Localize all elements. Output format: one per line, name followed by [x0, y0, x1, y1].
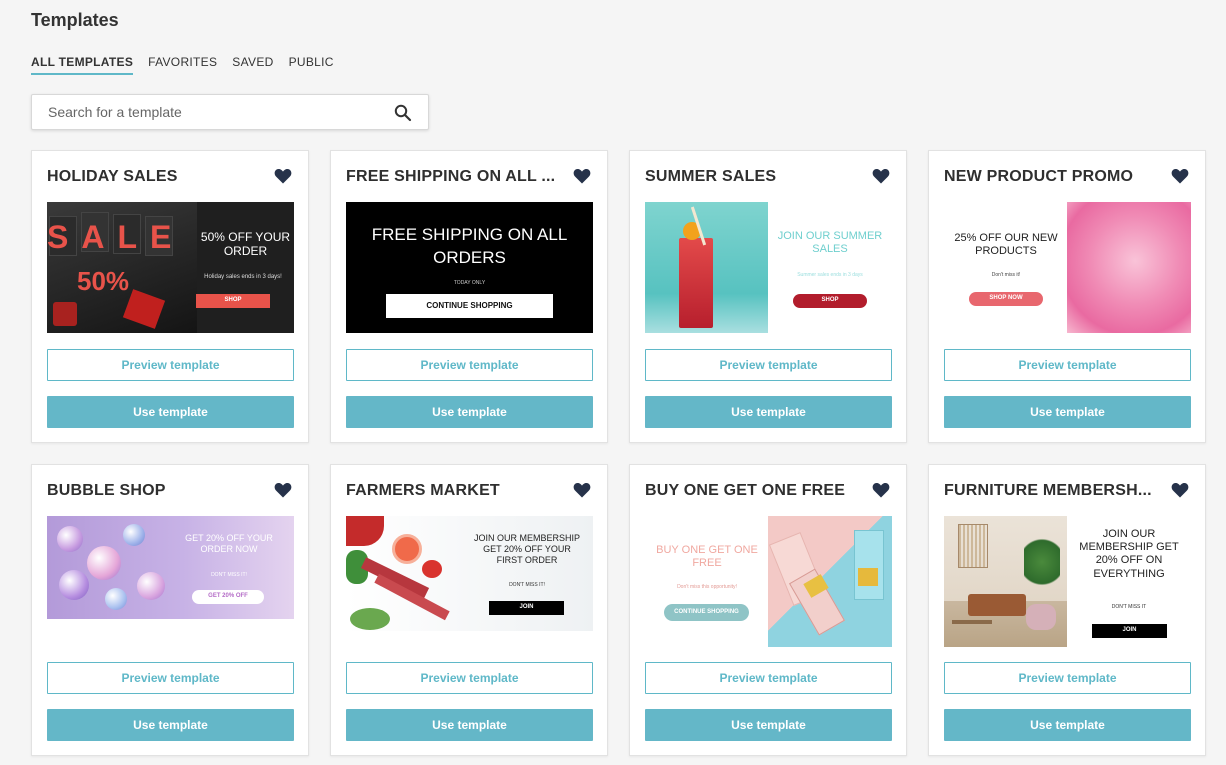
template-title: NEW PRODUCT PROMO: [944, 168, 1134, 185]
use-template-button[interactable]: Use template: [346, 396, 593, 428]
thumbnail-cta: SHOP: [196, 294, 270, 308]
thumbnail-cta: CONTINUE SHOPPING: [664, 604, 749, 621]
template-card: FURNITURE MEMBERSH... JOIN OUR MEMBERSHI…: [928, 464, 1206, 756]
preview-template-button[interactable]: Preview template: [47, 349, 294, 381]
thumbnail-subtext: DON'T MISS IT!: [509, 582, 545, 588]
template-thumbnail[interactable]: GET 20% OFF YOUR ORDER NOW DON'T MISS IT…: [47, 516, 294, 619]
tab-all-templates[interactable]: ALL TEMPLATES: [31, 55, 134, 75]
living-room-image: [944, 516, 1067, 647]
tab-favorites[interactable]: FAVORITES: [148, 55, 217, 75]
preview-template-button[interactable]: Preview template: [346, 662, 593, 694]
use-template-button[interactable]: Use template: [645, 709, 892, 741]
template-card: FARMERS MARKET JOIN OUR MEMBERSHIP GET 2…: [330, 464, 608, 756]
thumbnail-heading: BUY ONE GET ONE FREE: [656, 544, 758, 570]
template-card: NEW PRODUCT PROMO 25% OFF OUR NEW PRODUC…: [928, 150, 1206, 443]
thumbnail-cta: SHOP NOW: [969, 292, 1043, 306]
thumbnail-heading: 25% OFF OUR NEW PRODUCTS: [954, 232, 1058, 258]
template-title: BUY ONE GET ONE FREE: [645, 482, 846, 499]
thumbnail-subtext: Don't miss this opportunity!: [677, 584, 737, 590]
thumbnail-subtext: Summer sales ends in 3 days: [797, 272, 863, 278]
heart-icon[interactable]: [872, 168, 890, 184]
thumbnail-heading: JOIN OUR SUMMER SALES: [777, 230, 883, 256]
template-title: SUMMER SALES: [645, 168, 777, 185]
tab-saved[interactable]: SAVED: [232, 55, 273, 75]
heart-icon[interactable]: [274, 482, 292, 498]
use-template-button[interactable]: Use template: [944, 396, 1191, 428]
thumbnail-cta: SHOP: [793, 294, 867, 308]
thumbnail-heading: JOIN OUR MEMBERSHIP GET 20% OFF YOUR FIR…: [473, 533, 580, 565]
preview-template-button[interactable]: Preview template: [47, 662, 294, 694]
boxes-image: [768, 516, 892, 647]
template-thumbnail[interactable]: JOIN OUR MEMBERSHIP GET 20% OFF YOUR FIR…: [346, 516, 593, 631]
template-thumbnail[interactable]: JOIN OUR SUMMER SALES Summer sales ends …: [645, 202, 892, 333]
thumbnail-subtext: Holiday sales ends in 3 days!: [204, 274, 282, 280]
template-title: FREE SHIPPING ON ALL ...: [346, 168, 556, 185]
page-title: Templates: [31, 10, 119, 30]
use-template-button[interactable]: Use template: [944, 709, 1191, 741]
thumbnail-subtext: Don't miss it!: [991, 272, 1021, 278]
template-card: BUY ONE GET ONE FREE BUY ONE GET ONE FRE…: [629, 464, 907, 756]
use-template-button[interactable]: Use template: [346, 709, 593, 741]
thumbnail-cta: JOIN: [489, 601, 564, 615]
template-title: FARMERS MARKET: [346, 482, 500, 499]
sale-art-text: SALE: [47, 219, 185, 255]
search-icon[interactable]: [394, 104, 412, 122]
template-thumbnail[interactable]: FREE SHIPPING ON ALL ORDERS TODAY ONLY C…: [346, 202, 593, 333]
heart-icon[interactable]: [872, 482, 890, 498]
template-thumbnail[interactable]: SALE 50% 50% OFF YOUR ORDER Holiday sale…: [47, 202, 294, 333]
templates-page: Templates ALL TEMPLATES FAVORITES SAVED …: [0, 0, 1226, 765]
thumbnail-cta: GET 20% OFF: [192, 590, 264, 604]
preview-template-button[interactable]: Preview template: [645, 349, 892, 381]
template-card: HOLIDAY SALES SALE 50% 50% OFF YOUR ORDE…: [31, 150, 309, 443]
template-thumbnail[interactable]: 25% OFF OUR NEW PRODUCTS Don't miss it! …: [944, 202, 1191, 333]
thumbnail-subtext: DON'T MISS IT: [1111, 604, 1147, 610]
search-box: [31, 94, 429, 130]
heart-icon[interactable]: [274, 168, 292, 184]
thumbnail-subtext: TODAY ONLY: [453, 280, 486, 286]
template-title: BUBBLE SHOP: [47, 482, 166, 499]
sale-image: SALE 50%: [47, 202, 197, 333]
template-card: FREE SHIPPING ON ALL ... FREE SHIPPING O…: [330, 150, 608, 443]
template-thumbnail[interactable]: BUY ONE GET ONE FREE Don't miss this opp…: [645, 516, 892, 647]
drink-image: [645, 202, 768, 333]
heart-icon[interactable]: [573, 168, 591, 184]
use-template-button[interactable]: Use template: [47, 396, 294, 428]
sale-art-percent: 50%: [77, 266, 130, 296]
preview-template-button[interactable]: Preview template: [944, 349, 1191, 381]
thumbnail-subtext: DON'T MISS IT!: [211, 572, 247, 578]
preview-template-button[interactable]: Preview template: [645, 662, 892, 694]
tab-public[interactable]: PUBLIC: [289, 55, 334, 75]
template-tabs: ALL TEMPLATES FAVORITES SAVED PUBLIC: [31, 55, 349, 75]
preview-template-button[interactable]: Preview template: [346, 349, 593, 381]
heart-icon[interactable]: [573, 482, 591, 498]
template-card: BUBBLE SHOP GET 20% OFF YOUR ORDER NOW D…: [31, 464, 309, 756]
thumbnail-heading: JOIN OUR MEMBERSHIP GET 20% OFF ON EVERY…: [1079, 528, 1179, 580]
search-input[interactable]: [48, 104, 378, 120]
heart-icon[interactable]: [1171, 482, 1189, 498]
peony-image: [1067, 202, 1191, 333]
template-thumbnail[interactable]: JOIN OUR MEMBERSHIP GET 20% OFF ON EVERY…: [944, 516, 1191, 647]
produce-image: [346, 516, 458, 631]
preview-template-button[interactable]: Preview template: [944, 662, 1191, 694]
template-card: SUMMER SALES JOIN OUR SUMMER SALES Summe…: [629, 150, 907, 443]
template-title: FURNITURE MEMBERSH...: [944, 482, 1152, 499]
use-template-button[interactable]: Use template: [645, 396, 892, 428]
thumbnail-heading: GET 20% OFF YOUR ORDER NOW: [185, 533, 273, 554]
use-template-button[interactable]: Use template: [47, 709, 294, 741]
heart-icon[interactable]: [1171, 168, 1189, 184]
template-title: HOLIDAY SALES: [47, 168, 178, 185]
thumbnail-heading: 50% OFF YOUR ORDER: [200, 230, 291, 259]
thumbnail-cta: CONTINUE SHOPPING: [386, 294, 553, 318]
thumbnail-heading: FREE SHIPPING ON ALL ORDERS: [371, 225, 568, 267]
thumbnail-cta: JOIN: [1092, 624, 1167, 638]
